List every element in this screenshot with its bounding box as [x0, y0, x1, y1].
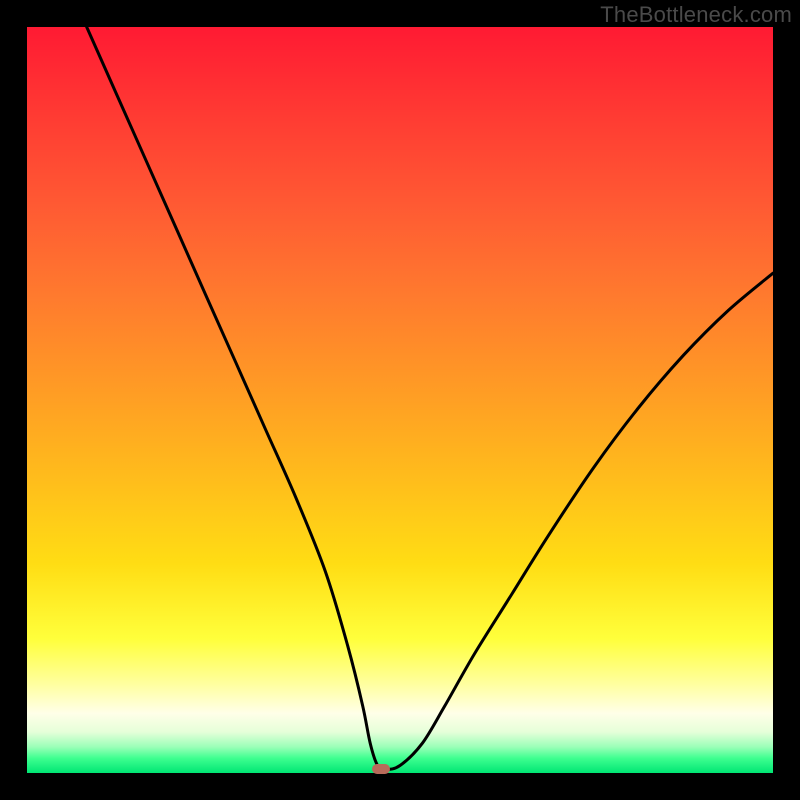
optimum-marker	[372, 764, 390, 774]
curve-svg	[27, 27, 773, 773]
bottleneck-curve	[87, 27, 773, 769]
chart-frame: TheBottleneck.com	[0, 0, 800, 800]
watermark-text: TheBottleneck.com	[600, 2, 792, 28]
plot-area	[27, 27, 773, 773]
